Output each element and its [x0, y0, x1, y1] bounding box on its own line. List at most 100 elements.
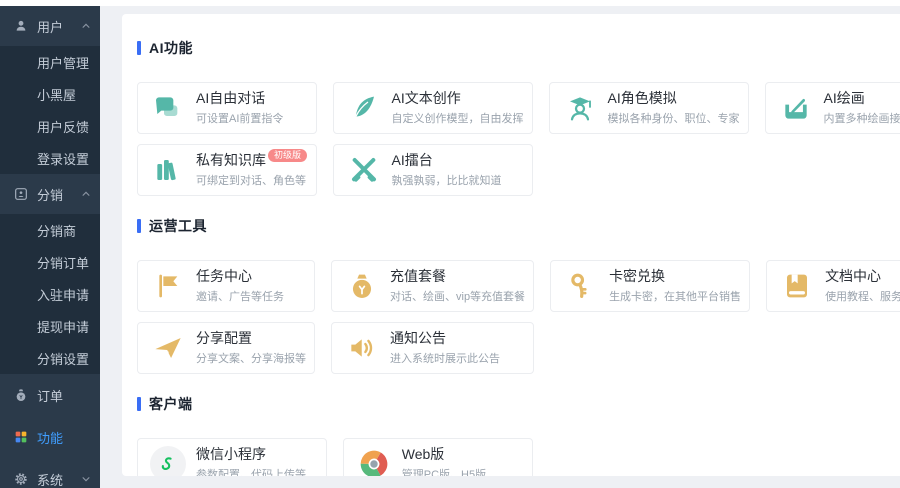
feature-card-text: AI文本创作自定义创作模型，自由发挥: [392, 90, 524, 126]
feature-card-text: AI自由对话可设置AI前置指令: [196, 90, 283, 126]
feature-card-subtitle: 模拟各种身份、职位、专家: [608, 110, 740, 126]
sidebar-item-label: 订单: [37, 386, 63, 405]
sidebar-item-features[interactable]: 功能: [0, 416, 100, 458]
sidebar-item-label: 用户: [37, 17, 63, 36]
feature-card-title-text: 私有知识库: [196, 152, 266, 168]
graduate-icon: [562, 90, 598, 126]
feature-card-text: 微信小程序参数配置、代码上传等: [196, 446, 306, 476]
section-title-bar: [137, 397, 141, 411]
section-title-bar: [137, 41, 141, 55]
sidebar-subitem-entry-applications[interactable]: 入驻申请: [0, 278, 100, 310]
sidebar-item-orders[interactable]: 订单: [0, 374, 100, 416]
feature-card-text: 任务中心邀请、广告等任务: [196, 268, 284, 304]
feature-card-subtitle: 生成卡密，在其他平台销售: [609, 288, 741, 304]
feature-card-subtitle: 参数配置、代码上传等: [196, 466, 306, 476]
feature-card-ai-chat[interactable]: AI自由对话可设置AI前置指令: [137, 82, 317, 134]
crossed-swords-icon: [346, 152, 382, 188]
feature-card-text: AI擂台孰强孰弱，比比就知道: [392, 152, 502, 188]
feature-card-subtitle: 管理PC版、H5版: [402, 466, 486, 476]
gear-icon: [13, 471, 29, 487]
feature-card-title-text: AI绘画: [824, 90, 865, 106]
feature-card-title-text: 文档中心: [825, 268, 881, 284]
sidebar-item-label: 分销: [37, 185, 63, 204]
feature-card-card-key-redeem[interactable]: 卡密兑换生成卡密，在其他平台销售: [550, 260, 750, 312]
feature-card-title: 文档中心: [825, 268, 900, 285]
chat-bubbles-icon: [150, 90, 186, 126]
feature-card-text: AI角色模拟模拟各种身份、职位、专家: [608, 90, 740, 126]
feature-card-subtitle: 可设置AI前置指令: [196, 110, 283, 126]
feature-card-title: AI文本创作: [392, 90, 524, 107]
section-title-bar: [137, 219, 141, 233]
feature-card-title-text: 分享配置: [196, 330, 252, 346]
sidebar-item-label: 功能: [37, 428, 63, 447]
sidebar-subitem-distribution-settings[interactable]: 分销设置: [0, 342, 100, 374]
feature-card-title-text: 任务中心: [196, 268, 252, 284]
feature-card-ai-writing[interactable]: AI文本创作自定义创作模型，自由发挥: [333, 82, 533, 134]
sidebar-subitem-distributors[interactable]: 分销商: [0, 214, 100, 246]
feature-card-announcements[interactable]: 通知公告进入系统时展示此公告: [331, 322, 534, 374]
version-badge: 初级版: [268, 149, 307, 162]
feature-card-title: 分享配置: [196, 330, 306, 347]
feature-card-text: 充值套餐对话、绘画、vip等充值套餐: [390, 268, 525, 304]
sidebar-subitem-user-feedback[interactable]: 用户反馈: [0, 110, 100, 142]
feature-card-subtitle: 进入系统时展示此公告: [390, 350, 500, 366]
sidebar-subitem-label: 入驻申请: [37, 285, 89, 304]
feature-card-text: 分享配置分享文案、分享海报等: [196, 330, 306, 366]
feature-card-subtitle: 孰强孰弱，比比就知道: [392, 172, 502, 188]
feature-card-wechat-miniprogram[interactable]: 微信小程序参数配置、代码上传等: [137, 438, 327, 476]
feature-card-text: 卡密兑换生成卡密，在其他平台销售: [609, 268, 741, 304]
feature-card-title: 私有知识库初级版: [196, 152, 307, 169]
section-title-text: AI功能: [149, 38, 193, 58]
feature-card-web-client[interactable]: Web版管理PC版、H5版: [343, 438, 533, 476]
feature-card-docs-center[interactable]: 文档中心使用教程、服务协议等: [766, 260, 900, 312]
paintbrush-icon: [778, 90, 814, 126]
content-panel: AI功能 AI自由对话可设置AI前置指令 AI文本创作自定义创作模型，自由发挥 AI角…: [122, 14, 900, 476]
feature-card-subtitle: 邀请、广告等任务: [196, 288, 284, 304]
feature-card-title: AI角色模拟: [608, 90, 740, 107]
feature-card-text: AI绘画内置多种绘画接口: [824, 90, 900, 126]
sidebar-subitem-label: 分销设置: [37, 349, 89, 368]
feature-card-title: 微信小程序: [196, 446, 306, 463]
sidebar-subitem-login-settings[interactable]: 登录设置: [0, 142, 100, 174]
sidebar-item-users[interactable]: 用户: [0, 6, 100, 46]
feature-card-ai-arena[interactable]: AI擂台孰强孰弱，比比就知道: [333, 144, 533, 196]
feature-card-share-config[interactable]: 分享配置分享文案、分享海报等: [137, 322, 315, 374]
user-icon: [13, 18, 29, 34]
feature-card-ai-roleplay[interactable]: AI角色模拟模拟各种身份、职位、专家: [549, 82, 749, 134]
feature-card-task-center[interactable]: 任务中心邀请、广告等任务: [137, 260, 315, 312]
feature-card-text: 私有知识库初级版可绑定到对话、角色等: [196, 152, 307, 188]
section-title: 运营工具: [137, 216, 900, 236]
distribution-icon: [13, 186, 29, 202]
sidebar-subitem-label: 小黑屋: [37, 85, 76, 104]
sidebar-subitem-label: 分销商: [37, 221, 76, 240]
feature-card-subtitle: 对话、绘画、vip等充值套餐: [390, 288, 525, 304]
feature-card-subtitle: 使用教程、服务协议等: [825, 288, 900, 304]
sidebar-subitem-label: 分销订单: [37, 253, 89, 272]
section-title: 客户端: [137, 394, 900, 414]
sidebar-subitem-withdrawal-applications[interactable]: 提现申请: [0, 310, 100, 342]
feature-card-ai-drawing[interactable]: AI绘画内置多种绘画接口: [765, 82, 900, 134]
key-icon: [563, 268, 599, 304]
section-operation-tools: 运营工具任务中心邀请、广告等任务 充值套餐对话、绘画、vip等充值套餐 卡密兑换生成…: [137, 216, 900, 374]
wechat-miniprogram-icon: [150, 446, 186, 476]
section-title: AI功能: [137, 38, 900, 58]
sidebar-subitem-blacklist[interactable]: 小黑屋: [0, 78, 100, 110]
feature-card-title-text: 充值套餐: [390, 268, 446, 284]
paper-plane-icon: [150, 330, 186, 366]
feature-card-title-text: 通知公告: [390, 330, 446, 346]
books-icon: [150, 152, 186, 188]
app-layout: 用户用户管理小黑屋用户反馈登录设置分销分销商分销订单入驻申请提现申请分销设置订单…: [0, 6, 900, 488]
sidebar-item-system[interactable]: 系统: [0, 458, 100, 488]
feature-card-title-text: 卡密兑换: [609, 268, 665, 284]
feature-card-text: Web版管理PC版、H5版: [402, 446, 486, 476]
sidebar-subitem-user-management[interactable]: 用户管理: [0, 46, 100, 78]
sidebar-subitem-distribution-orders[interactable]: 分销订单: [0, 246, 100, 278]
sidebar-item-distribution[interactable]: 分销: [0, 174, 100, 214]
flag-icon: [150, 268, 186, 304]
feature-card-knowledge-base[interactable]: 私有知识库初级版可绑定到对话、角色等: [137, 144, 317, 196]
sidebar-subitem-label: 登录设置: [37, 149, 89, 168]
speaker-icon: [344, 330, 380, 366]
chevron-up-icon: [81, 189, 91, 199]
feature-card-recharge-plans[interactable]: 充值套餐对话、绘画、vip等充值套餐: [331, 260, 534, 312]
feature-card-title-text: Web版: [402, 446, 445, 462]
